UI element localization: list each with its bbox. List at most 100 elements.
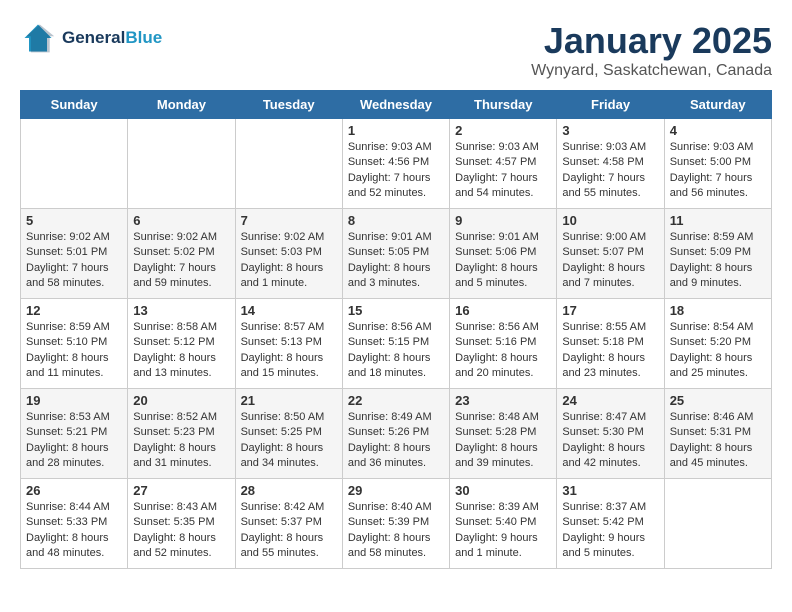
- day-info: Sunrise: 9:02 AM Sunset: 5:03 PM Dayligh…: [241, 230, 337, 292]
- day-info: Sunrise: 8:54 AM Sunset: 5:20 PM Dayligh…: [670, 320, 766, 382]
- day-cell: [128, 119, 235, 209]
- day-info: Sunrise: 9:03 AM Sunset: 4:57 PM Dayligh…: [455, 140, 551, 202]
- day-info: Sunrise: 8:43 AM Sunset: 5:35 PM Dayligh…: [133, 500, 229, 562]
- header-cell-wednesday: Wednesday: [342, 91, 449, 119]
- day-info: Sunrise: 8:37 AM Sunset: 5:42 PM Dayligh…: [562, 500, 658, 562]
- day-info: Sunrise: 9:03 AM Sunset: 4:58 PM Dayligh…: [562, 140, 658, 202]
- day-cell: 9Sunrise: 9:01 AM Sunset: 5:06 PM Daylig…: [450, 209, 557, 299]
- day-cell: 1Sunrise: 9:03 AM Sunset: 4:56 PM Daylig…: [342, 119, 449, 209]
- logo: GeneralBlue: [20, 20, 162, 56]
- day-info: Sunrise: 8:46 AM Sunset: 5:31 PM Dayligh…: [670, 410, 766, 472]
- header-cell-thursday: Thursday: [450, 91, 557, 119]
- day-cell: 19 Sunrise: 8:53 AM Sunset: 5:21 PM Dayli…: [21, 389, 128, 479]
- day-cell: 11 Sunrise: 8:59 AM Sunset: 5:09 PM Dayli…: [664, 209, 771, 299]
- day-number: 15: [348, 303, 444, 318]
- day-cell: 26 Sunrise: 8:44 AM Sunset: 5:33 PM Dayli…: [21, 479, 128, 569]
- day-cell: 8 Sunrise: 9:01 AM Sunset: 5:05 PM Daylig…: [342, 209, 449, 299]
- day-cell: 29 Sunrise: 8:40 AM Sunset: 5:39 PM Dayli…: [342, 479, 449, 569]
- day-info: Sunrise: 8:59 AM Sunset: 5:10 PM Dayligh…: [26, 320, 122, 382]
- day-info: Sunrise: 9:01 AM Sunset: 5:05 PM Dayligh…: [348, 230, 444, 292]
- title-block: January 2025 Wynyard, Saskatchewan, Cana…: [531, 20, 772, 80]
- day-number: 5: [26, 213, 122, 228]
- day-number: 7: [241, 213, 337, 228]
- day-cell: 10 Sunrise: 9:00 AM Sunset: 5:07 PM Dayli…: [557, 209, 664, 299]
- day-cell: 17 Sunrise: 8:55 AM Sunset: 5:18 PM Dayli…: [557, 299, 664, 389]
- day-number: 9: [455, 213, 551, 228]
- day-info: Sunrise: 8:53 AM Sunset: 5:21 PM Dayligh…: [26, 410, 122, 472]
- day-cell: 23 Sunrise: 8:48 AM Sunset: 5:28 PM Dayli…: [450, 389, 557, 479]
- day-info: Sunrise: 9:02 AM Sunset: 5:01 PM Dayligh…: [26, 230, 122, 292]
- day-number: 22: [348, 393, 444, 408]
- day-info: Sunrise: 8:56 AM Sunset: 5:16 PM Dayligh…: [455, 320, 551, 382]
- day-info: Sunrise: 8:56 AM Sunset: 5:15 PM Dayligh…: [348, 320, 444, 382]
- day-number: 28: [241, 483, 337, 498]
- week-row-3: 12 Sunrise: 8:59 AM Sunset: 5:10 PM Dayli…: [21, 299, 772, 389]
- calendar-subtitle: Wynyard, Saskatchewan, Canada: [531, 62, 772, 80]
- day-number: 14: [241, 303, 337, 318]
- day-info: Sunrise: 9:02 AM Sunset: 5:02 PM Dayligh…: [133, 230, 229, 292]
- day-info: Sunrise: 8:55 AM Sunset: 5:18 PM Dayligh…: [562, 320, 658, 382]
- day-number: 1: [348, 123, 444, 138]
- day-cell: 3 Sunrise: 9:03 AM Sunset: 4:58 PM Daylig…: [557, 119, 664, 209]
- day-cell: 15 Sunrise: 8:56 AM Sunset: 5:15 PM Dayli…: [342, 299, 449, 389]
- day-info: Sunrise: 8:58 AM Sunset: 5:12 PM Dayligh…: [133, 320, 229, 382]
- calendar-title: January 2025: [531, 20, 772, 62]
- day-number: 23: [455, 393, 551, 408]
- header-row: SundayMondayTuesdayWednesdayThursdayFrid…: [21, 91, 772, 119]
- day-number: 27: [133, 483, 229, 498]
- day-number: 24: [562, 393, 658, 408]
- day-info: Sunrise: 8:47 AM Sunset: 5:30 PM Dayligh…: [562, 410, 658, 472]
- day-number: 29: [348, 483, 444, 498]
- day-number: 13: [133, 303, 229, 318]
- day-number: 8: [348, 213, 444, 228]
- header-cell-tuesday: Tuesday: [235, 91, 342, 119]
- day-cell: 28 Sunrise: 8:42 AM Sunset: 5:37 PM Dayli…: [235, 479, 342, 569]
- day-info: Sunrise: 8:57 AM Sunset: 5:13 PM Dayligh…: [241, 320, 337, 382]
- day-number: 10: [562, 213, 658, 228]
- week-row-4: 19 Sunrise: 8:53 AM Sunset: 5:21 PM Dayli…: [21, 389, 772, 479]
- day-number: 17: [562, 303, 658, 318]
- day-cell: 30Sunrise: 8:39 AM Sunset: 5:40 PM Dayli…: [450, 479, 557, 569]
- day-number: 25: [670, 393, 766, 408]
- day-number: 31: [562, 483, 658, 498]
- day-number: 11: [670, 213, 766, 228]
- day-info: Sunrise: 8:39 AM Sunset: 5:40 PM Dayligh…: [455, 500, 551, 562]
- day-number: 26: [26, 483, 122, 498]
- day-info: Sunrise: 8:59 AM Sunset: 5:09 PM Dayligh…: [670, 230, 766, 292]
- day-number: 16: [455, 303, 551, 318]
- day-info: Sunrise: 9:00 AM Sunset: 5:07 PM Dayligh…: [562, 230, 658, 292]
- week-row-5: 26 Sunrise: 8:44 AM Sunset: 5:33 PM Dayli…: [21, 479, 772, 569]
- day-cell: [235, 119, 342, 209]
- day-cell: 25 Sunrise: 8:46 AM Sunset: 5:31 PM Dayli…: [664, 389, 771, 479]
- day-cell: 2Sunrise: 9:03 AM Sunset: 4:57 PM Daylig…: [450, 119, 557, 209]
- logo-text: GeneralBlue: [62, 28, 162, 48]
- day-number: 12: [26, 303, 122, 318]
- day-cell: 12 Sunrise: 8:59 AM Sunset: 5:10 PM Dayli…: [21, 299, 128, 389]
- day-cell: 16 Sunrise: 8:56 AM Sunset: 5:16 PM Dayli…: [450, 299, 557, 389]
- day-cell: [664, 479, 771, 569]
- day-number: 4: [670, 123, 766, 138]
- day-cell: 24 Sunrise: 8:47 AM Sunset: 5:30 PM Dayli…: [557, 389, 664, 479]
- day-info: Sunrise: 9:03 AM Sunset: 5:00 PM Dayligh…: [670, 140, 766, 202]
- day-cell: 21 Sunrise: 8:50 AM Sunset: 5:25 PM Dayli…: [235, 389, 342, 479]
- day-cell: 18 Sunrise: 8:54 AM Sunset: 5:20 PM Dayli…: [664, 299, 771, 389]
- day-number: 18: [670, 303, 766, 318]
- week-row-2: 5 Sunrise: 9:02 AM Sunset: 5:01 PM Daylig…: [21, 209, 772, 299]
- day-number: 3: [562, 123, 658, 138]
- day-info: Sunrise: 8:42 AM Sunset: 5:37 PM Dayligh…: [241, 500, 337, 562]
- day-cell: [21, 119, 128, 209]
- day-cell: 5 Sunrise: 9:02 AM Sunset: 5:01 PM Daylig…: [21, 209, 128, 299]
- header-cell-friday: Friday: [557, 91, 664, 119]
- day-info: Sunrise: 8:52 AM Sunset: 5:23 PM Dayligh…: [133, 410, 229, 472]
- day-number: 21: [241, 393, 337, 408]
- calendar-table: SundayMondayTuesdayWednesdayThursdayFrid…: [20, 90, 772, 569]
- day-number: 19: [26, 393, 122, 408]
- day-info: Sunrise: 8:48 AM Sunset: 5:28 PM Dayligh…: [455, 410, 551, 472]
- day-info: Sunrise: 8:49 AM Sunset: 5:26 PM Dayligh…: [348, 410, 444, 472]
- day-info: Sunrise: 8:40 AM Sunset: 5:39 PM Dayligh…: [348, 500, 444, 562]
- header-cell-monday: Monday: [128, 91, 235, 119]
- day-number: 6: [133, 213, 229, 228]
- header-cell-sunday: Sunday: [21, 91, 128, 119]
- day-info: Sunrise: 8:50 AM Sunset: 5:25 PM Dayligh…: [241, 410, 337, 472]
- day-info: Sunrise: 8:44 AM Sunset: 5:33 PM Dayligh…: [26, 500, 122, 562]
